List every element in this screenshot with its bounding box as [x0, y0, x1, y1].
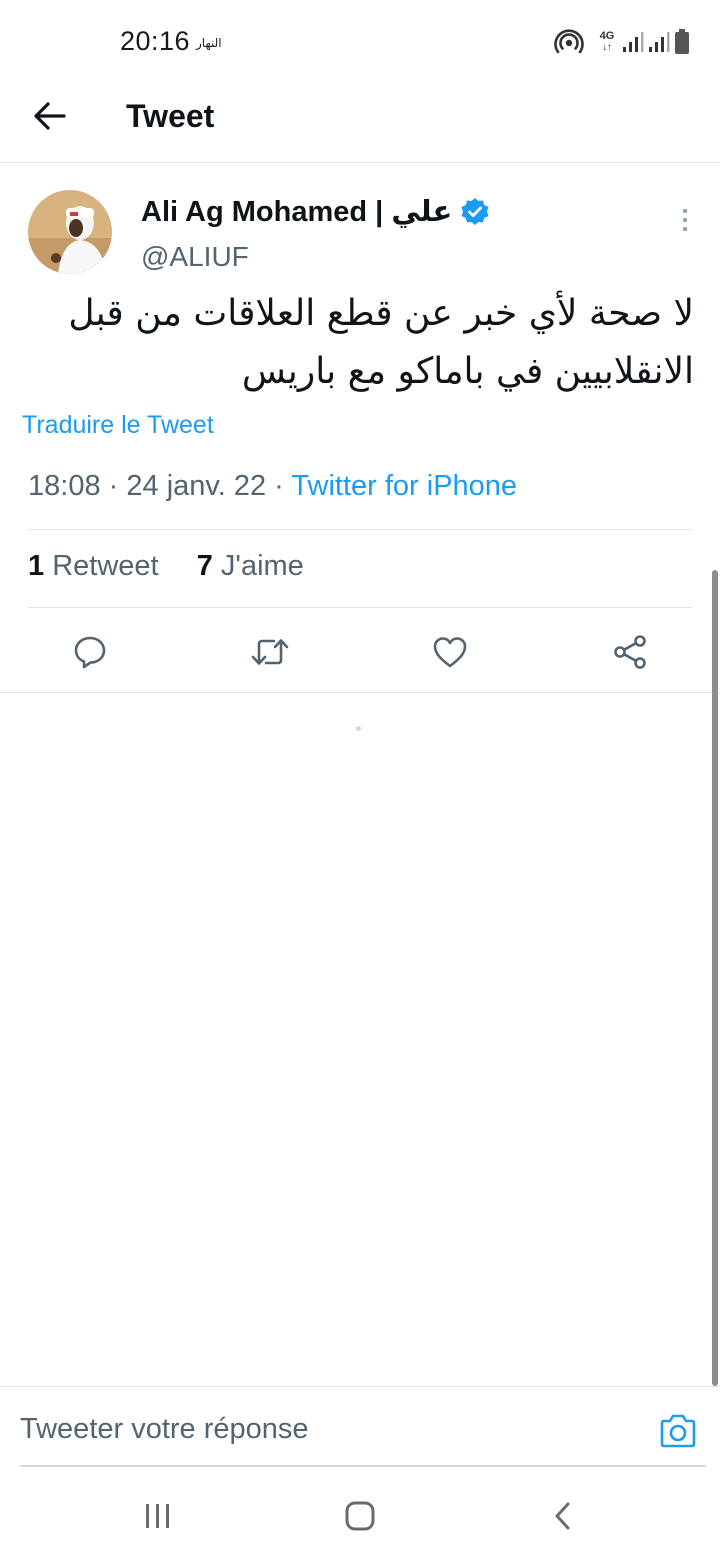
tweet-meta: 18:08 · 24 janv. 22 · Twitter for iPhone: [28, 470, 517, 503]
reply-icon: [74, 636, 106, 669]
reply-underline: [20, 1465, 706, 1467]
tweet-date: 24 janv. 22: [126, 470, 267, 502]
scrollbar[interactable]: [712, 570, 718, 1386]
share-button[interactable]: [608, 630, 652, 674]
tweet-time: 18:08: [28, 470, 101, 502]
like-label: J'aime: [220, 550, 304, 582]
retweet-icon: [251, 639, 289, 665]
tweet-stats: 1 Retweet 7 J'aime: [28, 550, 304, 583]
home-button[interactable]: [340, 1498, 380, 1534]
clock: 20:16: [120, 26, 191, 56]
reply-input[interactable]: Tweeter votre réponse: [20, 1413, 309, 1446]
avatar[interactable]: [28, 190, 112, 274]
more-vertical-icon[interactable]: [670, 205, 700, 235]
author-name[interactable]: Ali Ag Mohamed | علي: [141, 195, 490, 229]
likes-stat[interactable]: 7 J'aime: [197, 550, 304, 582]
hotspot-icon: [554, 29, 584, 54]
verified-badge-icon: [461, 198, 489, 225]
meta-separator: ·: [108, 470, 119, 502]
divider: [28, 529, 692, 530]
share-icon: [614, 635, 646, 669]
like-count: 7: [196, 550, 213, 582]
notification-icon: النهار: [196, 36, 222, 50]
home-icon: [345, 1501, 375, 1531]
camera-icon: [660, 1414, 696, 1448]
back-button[interactable]: [28, 94, 72, 138]
top-app-bar: Tweet: [0, 84, 720, 163]
tweet-text: لا صحة لأي خبر عن قطع العلاقات من قبل ال…: [68, 293, 694, 392]
author-handle[interactable]: @ALIUF: [141, 240, 249, 274]
translate-link[interactable]: Traduire le Tweet: [22, 411, 214, 440]
tweet-actions: [0, 612, 720, 692]
tweet-client-link[interactable]: Twitter for iPhone: [291, 470, 517, 502]
signal-icon: [623, 32, 644, 52]
system-nav-bar: [0, 1470, 720, 1560]
retweets-stat[interactable]: 1 Retweet: [28, 550, 159, 582]
recents-button[interactable]: [138, 1498, 178, 1534]
divider: [0, 692, 720, 693]
back-icon: [555, 1502, 570, 1530]
retweet-label: Retweet: [52, 550, 159, 582]
status-bar: 20:16 النهار 4G ↓↑: [0, 0, 720, 84]
avatar-image: [28, 190, 112, 274]
like-icon: [433, 637, 467, 668]
battery-icon: [675, 29, 689, 54]
page-title: Tweet: [126, 98, 215, 134]
status-icons: 4G ↓↑: [554, 28, 690, 56]
reply-button[interactable]: [68, 630, 112, 674]
network-4g-icon: 4G ↓↑: [599, 30, 615, 54]
recents-icon: [146, 1504, 169, 1528]
meta-separator: ·: [274, 470, 284, 502]
loading-indicator: [356, 726, 361, 731]
nav-back-button[interactable]: [542, 1498, 582, 1534]
signal-icon: [649, 32, 670, 52]
retweet-count: 1: [28, 550, 45, 582]
retweet-button[interactable]: [248, 630, 292, 674]
camera-button[interactable]: [656, 1411, 700, 1451]
arrow-left-icon: [34, 102, 66, 130]
reply-bar: Tweeter votre réponse: [0, 1386, 720, 1467]
like-button[interactable]: [428, 630, 472, 674]
author-name-text: Ali Ag Mohamed | علي: [141, 196, 453, 228]
divider: [28, 607, 692, 608]
